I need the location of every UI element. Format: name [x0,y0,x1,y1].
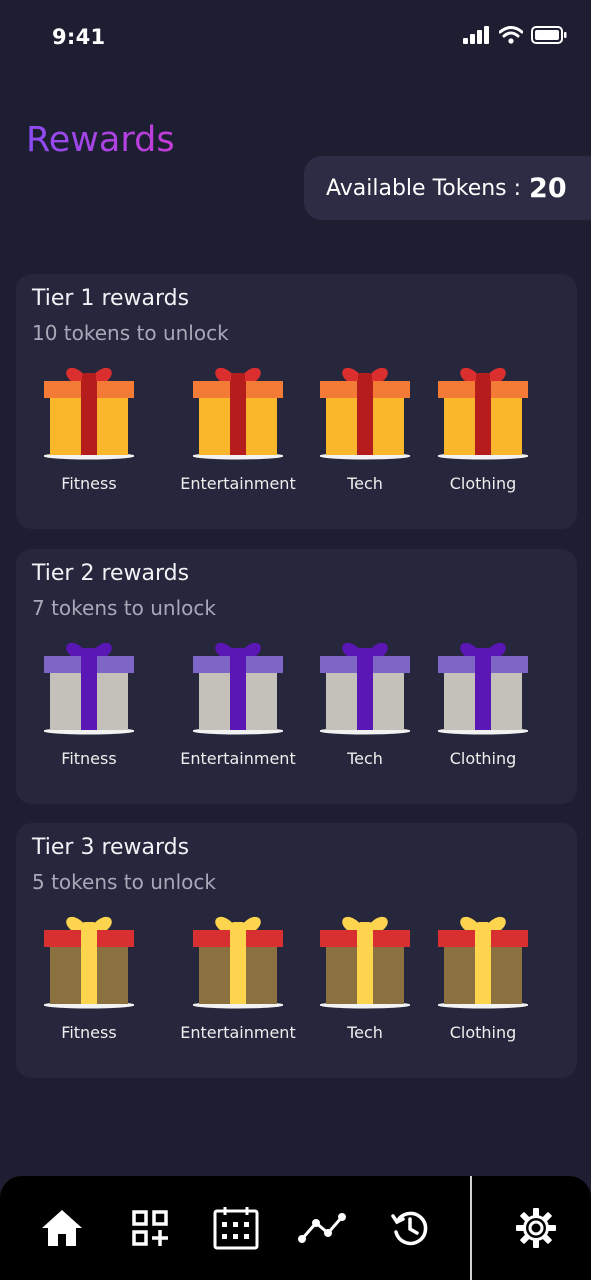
tokens-label: Available Tokens : [326,175,522,201]
gift-item[interactable]: Fitness [24,637,154,768]
home-icon [42,1210,82,1246]
available-tokens-badge: Available Tokens : 20 [304,156,591,220]
gift-item[interactable]: Fitness [24,911,154,1042]
tier-subtitle: 7 tokens to unlock [32,596,216,620]
gift-icon [300,911,430,1009]
gift-label: Entertainment [180,474,296,493]
gift-label: Tech [347,474,383,493]
gift-label: Clothing [449,474,517,493]
gift-icon [24,911,154,1009]
gift-item[interactable]: Clothing [418,911,548,1042]
gift-item[interactable]: Tech [300,362,430,493]
gift-label: Entertainment [180,1023,296,1042]
tier-card: Tier 1 rewards 10 tokens to unlock Fitne… [16,274,577,529]
tokens-count: 20 [529,172,567,204]
gift-label: Clothing [449,1023,517,1042]
tier-title: Tier 2 rewards [32,561,190,586]
battery-icon [531,26,567,44]
gift-item[interactable]: Entertainment [173,637,303,768]
nav-divider [470,1176,472,1280]
gift-label: Entertainment [180,749,296,768]
nav-analytics-button[interactable] [298,1204,346,1252]
signal-icon [463,26,489,44]
gift-item[interactable]: Entertainment [173,911,303,1042]
tier-subtitle: 10 tokens to unlock [32,321,229,345]
gift-item[interactable]: Clothing [418,637,548,768]
gift-icon [418,911,548,1009]
gift-item[interactable]: Entertainment [173,362,303,493]
gift-icon [24,637,154,735]
wifi-icon [499,26,523,44]
gift-icon [418,637,548,735]
gift-label: Tech [347,749,383,768]
gift-icon [418,362,548,460]
nav-home-button[interactable] [38,1204,86,1252]
gift-label: Fitness [61,1023,117,1042]
nav-history-button[interactable] [386,1204,434,1252]
settings-icon [516,1208,556,1248]
status-time: 9:41 [52,25,106,49]
page-title: Rewards [26,120,175,160]
gift-label: Clothing [449,749,517,768]
nav-settings-button[interactable] [512,1204,560,1252]
gift-icon [300,362,430,460]
history-icon [391,1211,428,1246]
tier-card: Tier 2 rewards 7 tokens to unlock Fitnes… [16,549,577,804]
status-icons [463,26,567,44]
gift-item[interactable]: Fitness [24,362,154,493]
calendar-icon [213,1207,259,1250]
gift-icon [173,911,303,1009]
gift-icon [24,362,154,460]
gift-label: Tech [347,1023,383,1042]
tier-title: Tier 3 rewards [32,835,190,860]
gift-icon [173,362,303,460]
nav-calendar-button[interactable] [212,1204,260,1252]
tier-subtitle: 5 tokens to unlock [32,870,216,894]
nav-scan-button[interactable] [126,1204,174,1252]
gift-item[interactable]: Tech [300,911,430,1042]
tier-title: Tier 1 rewards [32,286,190,311]
qr-add-icon [132,1210,168,1246]
gift-icon [300,637,430,735]
status-bar: 9:41 [0,0,591,76]
bottom-nav [0,1176,591,1280]
gift-item[interactable]: Tech [300,637,430,768]
gift-item[interactable]: Clothing [418,362,548,493]
gift-label: Fitness [61,474,117,493]
analytics-icon [298,1213,346,1243]
gift-label: Fitness [61,749,117,768]
gift-icon [173,637,303,735]
tier-card: Tier 3 rewards 5 tokens to unlock Fitnes… [16,823,577,1078]
